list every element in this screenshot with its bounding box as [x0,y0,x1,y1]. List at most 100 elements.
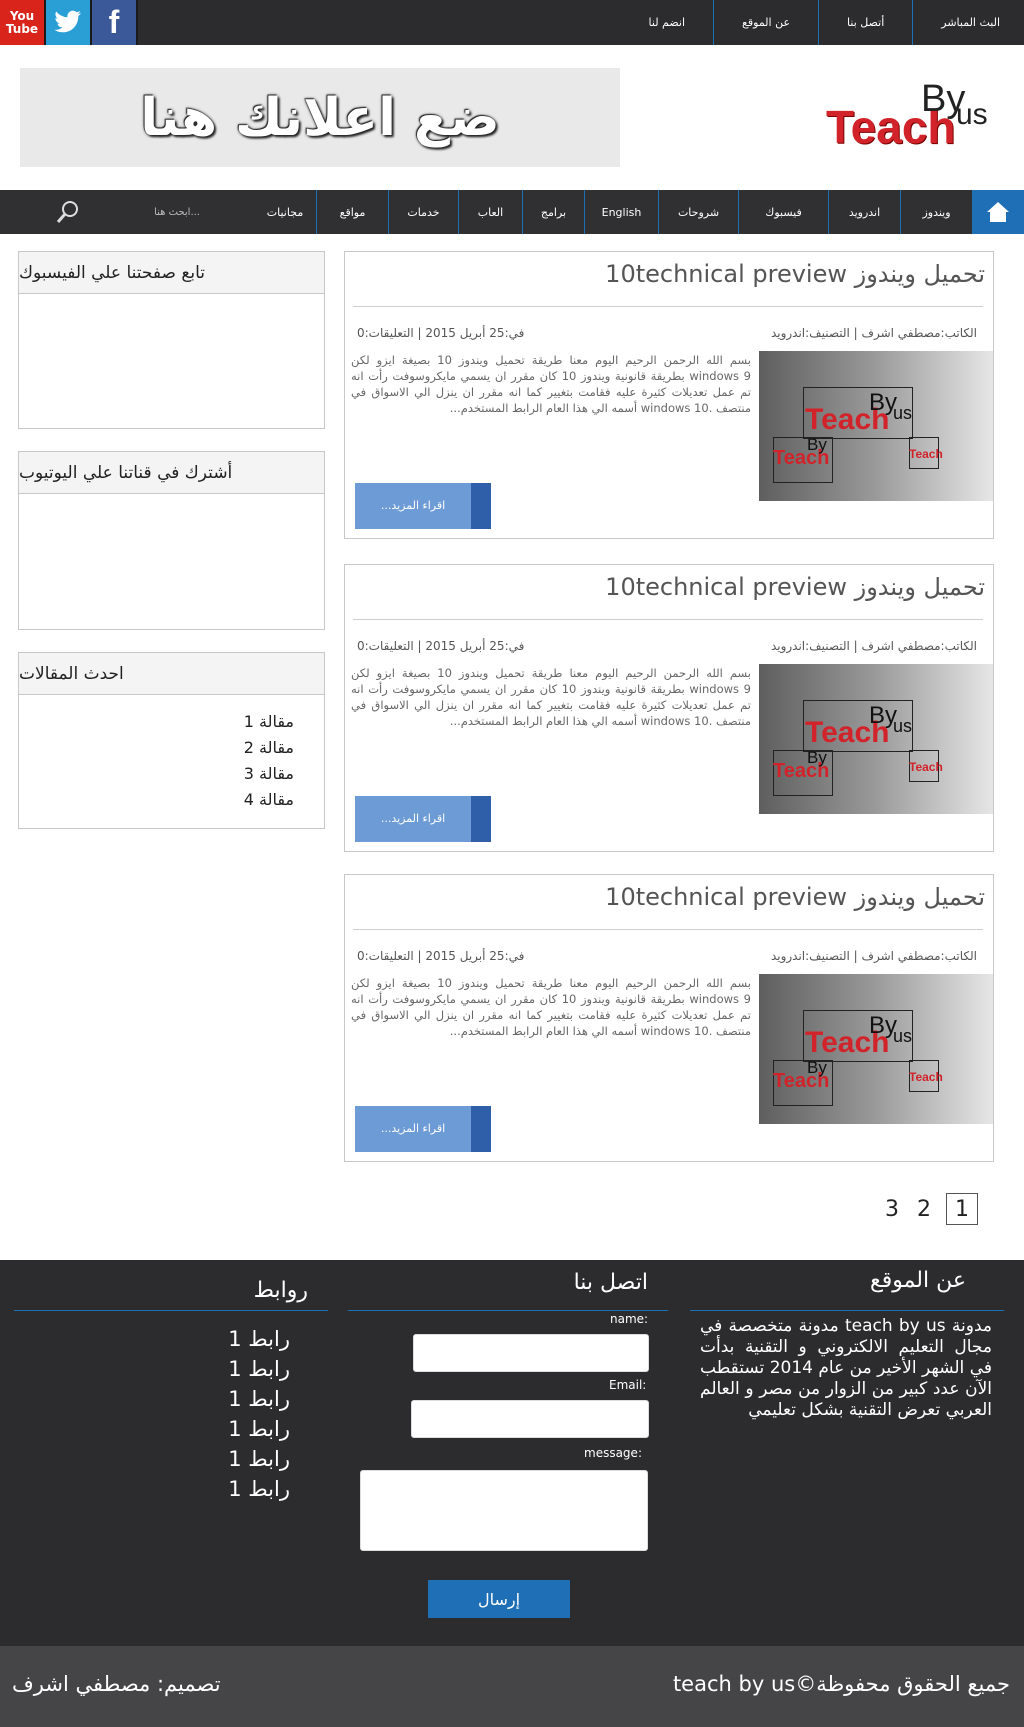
post-title[interactable]: تحميل ويندوز 10technical preview [605,260,985,288]
read-more-edge [471,1106,491,1152]
footer: عن الموقع مدونة teach by us مدونة متخصصة… [0,1260,1024,1646]
recent-post-link[interactable]: مقالة 3 [19,761,294,787]
page-link[interactable]: 2 [908,1193,940,1225]
main-nav-items: ويندوز اندرويد فيسبوك شروحات English برا… [254,190,972,234]
nav-item-services[interactable]: خدمات [388,190,458,234]
post-author-category: الكاتب:مصطفي اشرف | التصنيف:اندرويد [770,326,977,340]
nav-item-games[interactable]: العاب [458,190,522,234]
footer-link[interactable]: رابط 1 [210,1444,290,1474]
recent-posts-list: مقالة 1 مقالة 2 مقالة 3 مقالة 4 [19,695,324,813]
top-nav-join[interactable]: انضم لنا [621,0,714,45]
facebook-widget-title: تابع صفحتنا علي الفيسبوك [19,252,324,294]
search-icon[interactable] [56,200,80,224]
nav-item-programs[interactable]: برامج [522,190,584,234]
youtube-widget-title: أشترك في قناتنا علي اليوتيوب [19,452,324,494]
youtube-icon[interactable]: You Tube [0,0,46,45]
footer-contact-title: اتصل بنا [573,1270,648,1295]
email-label: :Email [609,1378,647,1392]
search-input[interactable] [90,203,200,221]
post-excerpt: بسم الله الرحمن الرحيم اليوم معنا طريقة … [351,976,751,1038]
post-card: تحميل ويندوز 10technical preview الكاتب:… [344,564,994,852]
nav-item-android[interactable]: اندرويد [828,190,900,234]
post-author-category: الكاتب:مصطفي اشرف | التصنيف:اندرويد [770,639,977,653]
nav-item-english[interactable]: English [584,190,658,234]
copyright-bar: جميع الحقوق محفوظة©teach by us تصميم: مص… [0,1646,1024,1727]
post-excerpt: بسم الله الرحمن الرحيم اليوم معنا طريقة … [351,353,751,415]
logo-us: us [956,98,988,131]
nav-item-tutorials[interactable]: شروحات [658,190,738,234]
home-icon [987,202,1009,222]
name-field[interactable] [413,1334,649,1372]
top-nav: البث المباشر أتصل بنا عن الموقع انضم لنا [621,0,1024,45]
message-field[interactable] [360,1470,648,1551]
post-excerpt: بسم الله الرحمن الرحيم اليوم معنا طريقة … [351,666,751,728]
nav-item-freebies[interactable]: مجانيات [254,190,316,234]
footer-about-text: مدونة teach by us مدونة متخصصة في مجال ا… [700,1316,993,1420]
send-button[interactable]: إرسال [428,1580,570,1618]
post-author-category: الكاتب:مصطفي اشرف | التصنيف:اندرويد [770,949,977,963]
site-logo[interactable]: Teach By us [826,78,1006,158]
name-label: :name [610,1312,649,1326]
nav-item-windows[interactable]: ويندوز [900,190,972,234]
facebook-icon-letter: f [108,4,120,40]
recent-post-link[interactable]: مقالة 2 [19,735,294,761]
read-more-button[interactable]: اقراء المزيد... [355,796,491,842]
post-date-comments: في:25 أبريل 2015 | التعليقات:0 [357,949,525,963]
post-date-comments: في:25 أبريل 2015 | التعليقات:0 [357,639,525,653]
footer-links-title: روابط [253,1278,308,1303]
twitter-icon[interactable] [46,0,92,45]
ad-banner[interactable]: ضع اعلانك هنا [20,68,620,167]
facebook-icon[interactable]: f [92,0,138,45]
top-nav-live[interactable]: البث المباشر [912,0,1024,45]
read-more-label: اقراء المزيد... [380,1122,446,1135]
copyright-text: جميع الحقوق محفوظة©teach by us [672,1672,1010,1696]
nav-item-sites[interactable]: مواقع [316,190,388,234]
footer-link[interactable]: رابط 1 [210,1414,290,1444]
read-more-label: اقراء المزيد... [380,812,446,825]
youtube-icon-label: You Tube [5,8,39,36]
post-title[interactable]: تحميل ويندوز 10technical preview [605,573,985,601]
post-thumbnail[interactable]: Teach By us Teach By Teach [759,974,993,1124]
top-bar: You Tube f البث المباشر أتصل بنا عن المو… [0,0,1024,45]
social-links: You Tube f [0,0,138,45]
post-date-comments: في:25 أبريل 2015 | التعليقات:0 [357,326,525,340]
read-more-button[interactable]: اقراء المزيد... [355,1106,491,1152]
footer-link[interactable]: رابط 1 [210,1324,290,1354]
footer-link[interactable]: رابط 1 [210,1354,290,1384]
post-card: تحميل ويندوز 10technical preview الكاتب:… [344,874,994,1162]
designer-credit: تصميم: مصطفي اشرف [12,1672,221,1696]
read-more-edge [471,483,491,529]
post-thumbnail[interactable]: Teach By us Teach By Teach [759,664,993,814]
read-more-edge [471,796,491,842]
youtube-widget: أشترك في قناتنا علي اليوتيوب [18,451,325,630]
top-nav-about[interactable]: عن الموقع [713,0,818,45]
footer-link[interactable]: رابط 1 [210,1384,290,1414]
email-field[interactable] [411,1400,649,1438]
page-link-current[interactable]: 1 [946,1193,978,1225]
facebook-widget: تابع صفحتنا علي الفيسبوك [18,251,325,429]
main-nav: ويندوز اندرويد فيسبوك شروحات English برا… [0,190,1024,234]
pagination: 1 2 3 [876,1193,978,1225]
ad-banner-text: ضع اعلانك هنا [140,87,500,148]
footer-link[interactable]: رابط 1 [210,1474,290,1504]
page-link[interactable]: 3 [876,1193,908,1225]
home-button[interactable] [972,190,1024,234]
recent-posts-title: احدث المقالات [19,653,324,695]
search-box [50,190,200,234]
nav-item-facebook[interactable]: فيسبوك [738,190,828,234]
read-more-button[interactable]: اقراء المزيد... [355,483,491,529]
recent-post-link[interactable]: مقالة 1 [19,709,294,735]
post-card: تحميل ويندوز 10technical preview الكاتب:… [344,251,994,539]
post-thumbnail[interactable]: Teach By us Teach By Teach [759,351,993,501]
footer-links-divider [14,1310,328,1311]
footer-contact-divider [348,1310,668,1311]
read-more-label: اقراء المزيد... [380,499,446,512]
post-title[interactable]: تحميل ويندوز 10technical preview [605,883,985,911]
top-nav-contact[interactable]: أتصل بنا [818,0,912,45]
message-label: :message [584,1446,642,1460]
footer-links-list: رابط 1 رابط 1 رابط 1 رابط 1 رابط 1 رابط … [210,1324,290,1504]
footer-about-divider [690,1310,1004,1311]
post-divider [353,929,983,930]
post-divider [353,306,983,307]
recent-post-link[interactable]: مقالة 4 [19,787,294,813]
